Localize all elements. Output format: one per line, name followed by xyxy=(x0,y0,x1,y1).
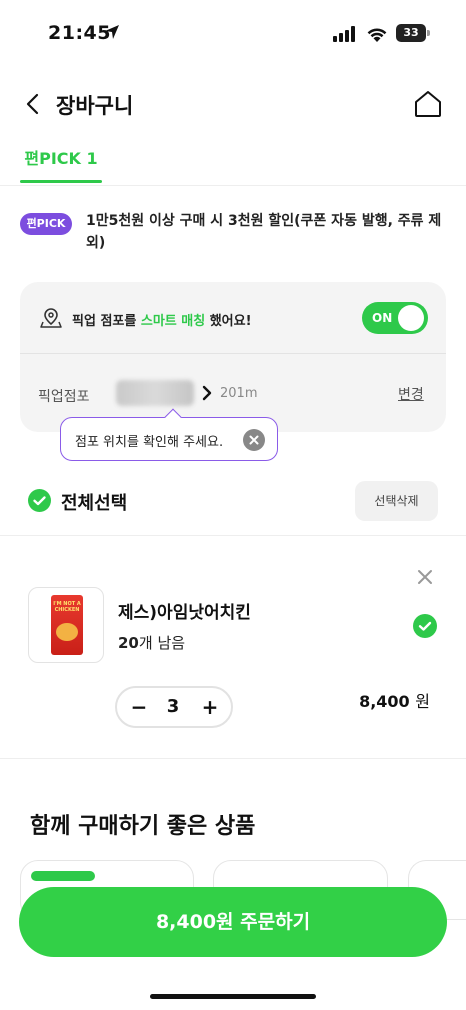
product-stock: 20개 남음 xyxy=(118,632,185,653)
tooltip-text: 점포 위치를 확인해 주세요. xyxy=(75,435,224,450)
chevron-left-icon[interactable] xyxy=(20,90,48,118)
quantity-stepper: − 3 + xyxy=(115,686,233,728)
change-store-link[interactable]: 변경 xyxy=(398,384,424,404)
decrease-quantity-button[interactable]: − xyxy=(129,693,149,721)
pickup-msg-suffix: 했어요! xyxy=(205,314,252,329)
battery-cap xyxy=(427,30,430,36)
select-all-label[interactable]: 전체선택 xyxy=(61,489,127,515)
product-price: 8,400 원 xyxy=(330,688,430,712)
page-title: 장바구니 xyxy=(56,94,134,118)
store-location-tooltip: 점포 위치를 확인해 주세요. xyxy=(60,408,278,461)
store-distance: 201m xyxy=(220,386,258,401)
battery-icon: 33 xyxy=(396,24,426,42)
promo-text: 1만5천원 이상 구매 시 3천원 할인(쿠폰 자동 발행, 주류 제외) xyxy=(86,213,442,251)
tab-underline xyxy=(20,180,102,183)
delete-selected-button[interactable]: 선택삭제 xyxy=(355,481,438,521)
store-name-blurred xyxy=(116,380,194,406)
chip-food-image xyxy=(56,623,78,641)
close-icon[interactable] xyxy=(414,566,436,588)
chevron-right-icon[interactable] xyxy=(200,384,214,402)
signal-icon xyxy=(333,26,355,42)
product-image[interactable]: I'M NOT A CHICKEN xyxy=(28,587,104,663)
check-circle-icon[interactable] xyxy=(413,614,437,638)
quantity-value: 3 xyxy=(166,696,180,717)
price-value: 8,400 xyxy=(359,692,410,711)
promo-badge: 편PICK xyxy=(20,213,72,235)
stock-suffix: 개 남음 xyxy=(138,634,186,652)
smart-match-toggle[interactable]: ON xyxy=(362,302,428,334)
order-button[interactable]: 8,400원 주문하기 xyxy=(19,887,447,957)
divider xyxy=(0,758,466,759)
chip-bag-image: I'M NOT A CHICKEN xyxy=(51,595,83,655)
stock-count: 20 xyxy=(118,634,139,652)
product-name: 제스)아임낫어치킨 xyxy=(118,603,251,623)
toggle-knob xyxy=(398,305,424,331)
close-icon[interactable] xyxy=(243,429,265,451)
home-indicator xyxy=(150,994,316,999)
pickup-match-message: 픽업 점포를 스마트 매칭 했어요! xyxy=(72,310,252,329)
pickup-msg-prefix: 픽업 점포를 xyxy=(72,314,141,329)
chip-bag-text: I'M NOT A CHICKEN xyxy=(53,601,81,613)
home-icon[interactable] xyxy=(412,88,444,120)
location-arrow-icon xyxy=(105,25,119,39)
cart-item: I'M NOT A CHICKEN 제스)아임낫어치킨 20개 남음 − 3 +… xyxy=(0,560,466,750)
pickup-msg-highlight: 스마트 매칭 xyxy=(140,314,206,329)
nav-bar: 장바구니 xyxy=(0,78,466,128)
recommend-badge xyxy=(31,871,95,881)
price-currency: 원 xyxy=(415,692,430,711)
pickup-match-row: 픽업 점포를 스마트 매칭 했어요! ON xyxy=(20,282,446,354)
status-time: 21:45 xyxy=(48,22,111,44)
divider xyxy=(0,535,466,536)
wifi-icon xyxy=(367,28,387,42)
map-pin-icon xyxy=(40,308,62,328)
select-all-row: 전체선택 선택삭제 xyxy=(28,480,438,522)
status-bar: 21:45 33 xyxy=(0,0,466,68)
tab-bar: 편PICK 1 xyxy=(0,140,466,186)
check-circle-icon[interactable] xyxy=(28,489,51,512)
pickup-card: 픽업 점포를 스마트 매칭 했어요! ON 픽업점포 201m 변경 xyxy=(20,282,446,432)
pickup-store-label: 픽업점포 xyxy=(38,389,90,405)
recommend-title: 함께 구매하기 좋은 상품 xyxy=(30,814,256,839)
increase-quantity-button[interactable]: + xyxy=(199,693,221,721)
toggle-label: ON xyxy=(372,311,393,325)
